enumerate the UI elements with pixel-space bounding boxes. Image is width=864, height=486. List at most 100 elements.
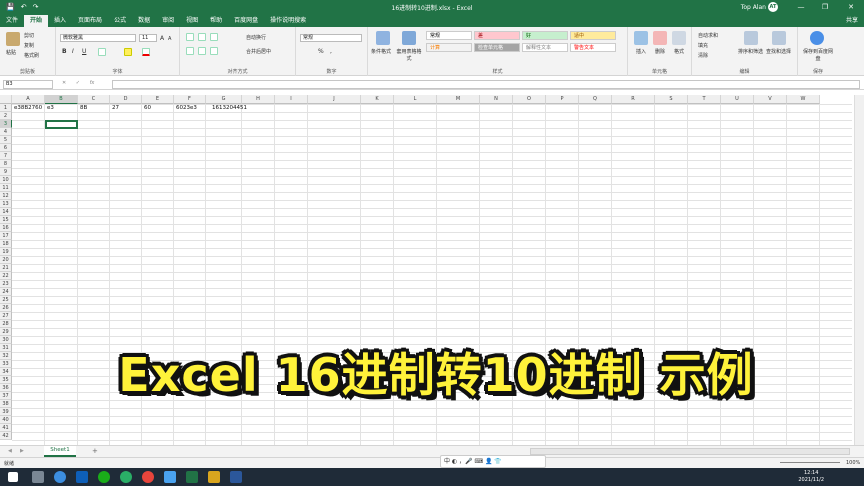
top-align-icon[interactable] <box>186 33 194 41</box>
row-header-42[interactable]: 42 <box>0 432 12 440</box>
row-header-18[interactable]: 18 <box>0 240 12 248</box>
row-header-14[interactable]: 14 <box>0 208 12 216</box>
save-icon[interactable]: 💾 <box>6 3 15 11</box>
row-header-20[interactable]: 20 <box>0 256 12 264</box>
column-header-a[interactable]: A <box>12 95 45 104</box>
avatar[interactable]: AT <box>768 2 778 12</box>
excel-taskbar-icon[interactable] <box>186 471 198 483</box>
row-header-11[interactable]: 11 <box>0 184 12 192</box>
copy-button[interactable]: 复制 <box>24 42 34 49</box>
insert-cells-button[interactable]: 插入 <box>636 48 646 55</box>
row-header-38[interactable]: 38 <box>0 400 12 408</box>
cut-button[interactable]: 剪切 <box>24 32 34 39</box>
wrap-text-button[interactable]: 自动换行 <box>246 34 266 41</box>
wechat-work-icon[interactable] <box>120 471 132 483</box>
conditional-format-icon[interactable] <box>376 31 390 45</box>
zoom-level[interactable]: 100% <box>846 460 860 466</box>
row-header-17[interactable]: 17 <box>0 232 12 240</box>
delete-cells-button[interactable]: 删除 <box>655 48 665 55</box>
cell-style-2[interactable]: 好 <box>522 31 568 40</box>
cell-a1[interactable]: e38B2760 <box>14 104 42 112</box>
column-header-e[interactable]: E <box>142 95 174 104</box>
fx-icon[interactable]: fx <box>90 80 95 86</box>
fill-button[interactable]: 填充 <box>698 42 708 49</box>
row-header-3[interactable]: 3 <box>0 120 12 128</box>
row-header-31[interactable]: 31 <box>0 344 12 352</box>
font-color-icon[interactable] <box>142 48 150 56</box>
cell-b1[interactable]: e3 <box>47 104 54 112</box>
align-left-icon[interactable] <box>186 47 194 55</box>
column-header-i[interactable]: I <box>275 95 308 104</box>
row-header-7[interactable]: 7 <box>0 152 12 160</box>
zoom-slider[interactable] <box>780 462 840 463</box>
column-header-s[interactable]: S <box>655 95 688 104</box>
vertical-scrollbar[interactable] <box>854 95 864 445</box>
formula-input[interactable] <box>112 80 860 89</box>
column-header-o[interactable]: O <box>513 95 546 104</box>
row-header-26[interactable]: 26 <box>0 304 12 312</box>
row-header-29[interactable]: 29 <box>0 328 12 336</box>
find-select-button[interactable]: 查找和选择 <box>766 48 791 55</box>
cell-e1[interactable]: 60 <box>144 104 151 112</box>
horizontal-scrollbar[interactable] <box>530 448 850 455</box>
row-header-28[interactable]: 28 <box>0 320 12 328</box>
redo-icon[interactable]: ↷ <box>33 3 39 11</box>
row-header-2[interactable]: 2 <box>0 112 12 120</box>
format-cells-button[interactable]: 格式 <box>674 48 684 55</box>
row-header-22[interactable]: 22 <box>0 272 12 280</box>
grow-font-button[interactable]: A <box>160 35 164 42</box>
row-header-19[interactable]: 19 <box>0 248 12 256</box>
underline-button[interactable]: U <box>82 48 86 55</box>
ime-toolbar[interactable]: 中 ◐ ，🎤 ⌨ 👤 👕 <box>440 455 546 468</box>
column-header-g[interactable]: G <box>206 95 242 104</box>
border-icon[interactable] <box>98 48 106 56</box>
middle-align-icon[interactable] <box>198 33 206 41</box>
user-name[interactable]: Top Alan <box>741 4 766 11</box>
tab-file[interactable]: 文件 <box>0 15 24 27</box>
tell-me-search[interactable]: 操作说明搜索 <box>264 15 312 27</box>
conditional-format-button[interactable]: 条件格式 <box>371 48 391 55</box>
find-select-icon[interactable] <box>772 31 786 45</box>
row-header-16[interactable]: 16 <box>0 224 12 232</box>
row-header-6[interactable]: 6 <box>0 144 12 152</box>
column-header-u[interactable]: U <box>721 95 754 104</box>
edge-icon[interactable] <box>164 471 176 483</box>
sheet-nav-left-icon[interactable]: ◀ <box>8 448 12 454</box>
row-header-41[interactable]: 41 <box>0 424 12 432</box>
row-header-25[interactable]: 25 <box>0 296 12 304</box>
merge-center-button[interactable]: 合并后居中 <box>246 48 271 55</box>
cell-style-4[interactable]: 计算 <box>426 43 472 52</box>
row-header-36[interactable]: 36 <box>0 384 12 392</box>
tab-data[interactable]: 数据 <box>132 15 156 27</box>
close-button[interactable]: ✕ <box>842 0 860 14</box>
column-header-b[interactable]: B <box>45 95 78 104</box>
row-header-24[interactable]: 24 <box>0 288 12 296</box>
save-to-baidu-button[interactable]: 保存到百度网盘 <box>802 48 834 62</box>
cell-g1[interactable]: 1613204451 <box>212 104 247 112</box>
row-header-23[interactable]: 23 <box>0 280 12 288</box>
sheet-nav-right-icon[interactable]: ▶ <box>20 448 24 454</box>
column-header-w[interactable]: W <box>787 95 820 104</box>
cell-style-7[interactable]: 警告文本 <box>570 43 616 52</box>
column-header-l[interactable]: L <box>394 95 437 104</box>
tab-help[interactable]: 帮助 <box>204 15 228 27</box>
cell-style-0[interactable]: 常规 <box>426 31 472 40</box>
column-header-j[interactable]: J <box>308 95 361 104</box>
column-header-r[interactable]: R <box>612 95 655 104</box>
tab-view[interactable]: 视图 <box>180 15 204 27</box>
column-header-h[interactable]: H <box>242 95 275 104</box>
clear-button[interactable]: 清除 <box>698 52 708 59</box>
column-header-f[interactable]: F <box>174 95 206 104</box>
select-all-corner[interactable] <box>0 95 12 104</box>
tab-insert[interactable]: 插入 <box>48 15 72 27</box>
sort-filter-button[interactable]: 排序和筛选 <box>738 48 763 55</box>
row-header-1[interactable]: 1 <box>0 104 12 112</box>
number-format-select[interactable]: 常规 <box>300 34 362 42</box>
column-header-n[interactable]: N <box>480 95 513 104</box>
wechat-icon[interactable] <box>98 471 110 483</box>
row-header-37[interactable]: 37 <box>0 392 12 400</box>
tools-icon[interactable] <box>32 471 44 483</box>
row-header-8[interactable]: 8 <box>0 160 12 168</box>
cancel-icon[interactable]: ✕ <box>62 80 66 86</box>
browser-icon[interactable] <box>54 471 66 483</box>
